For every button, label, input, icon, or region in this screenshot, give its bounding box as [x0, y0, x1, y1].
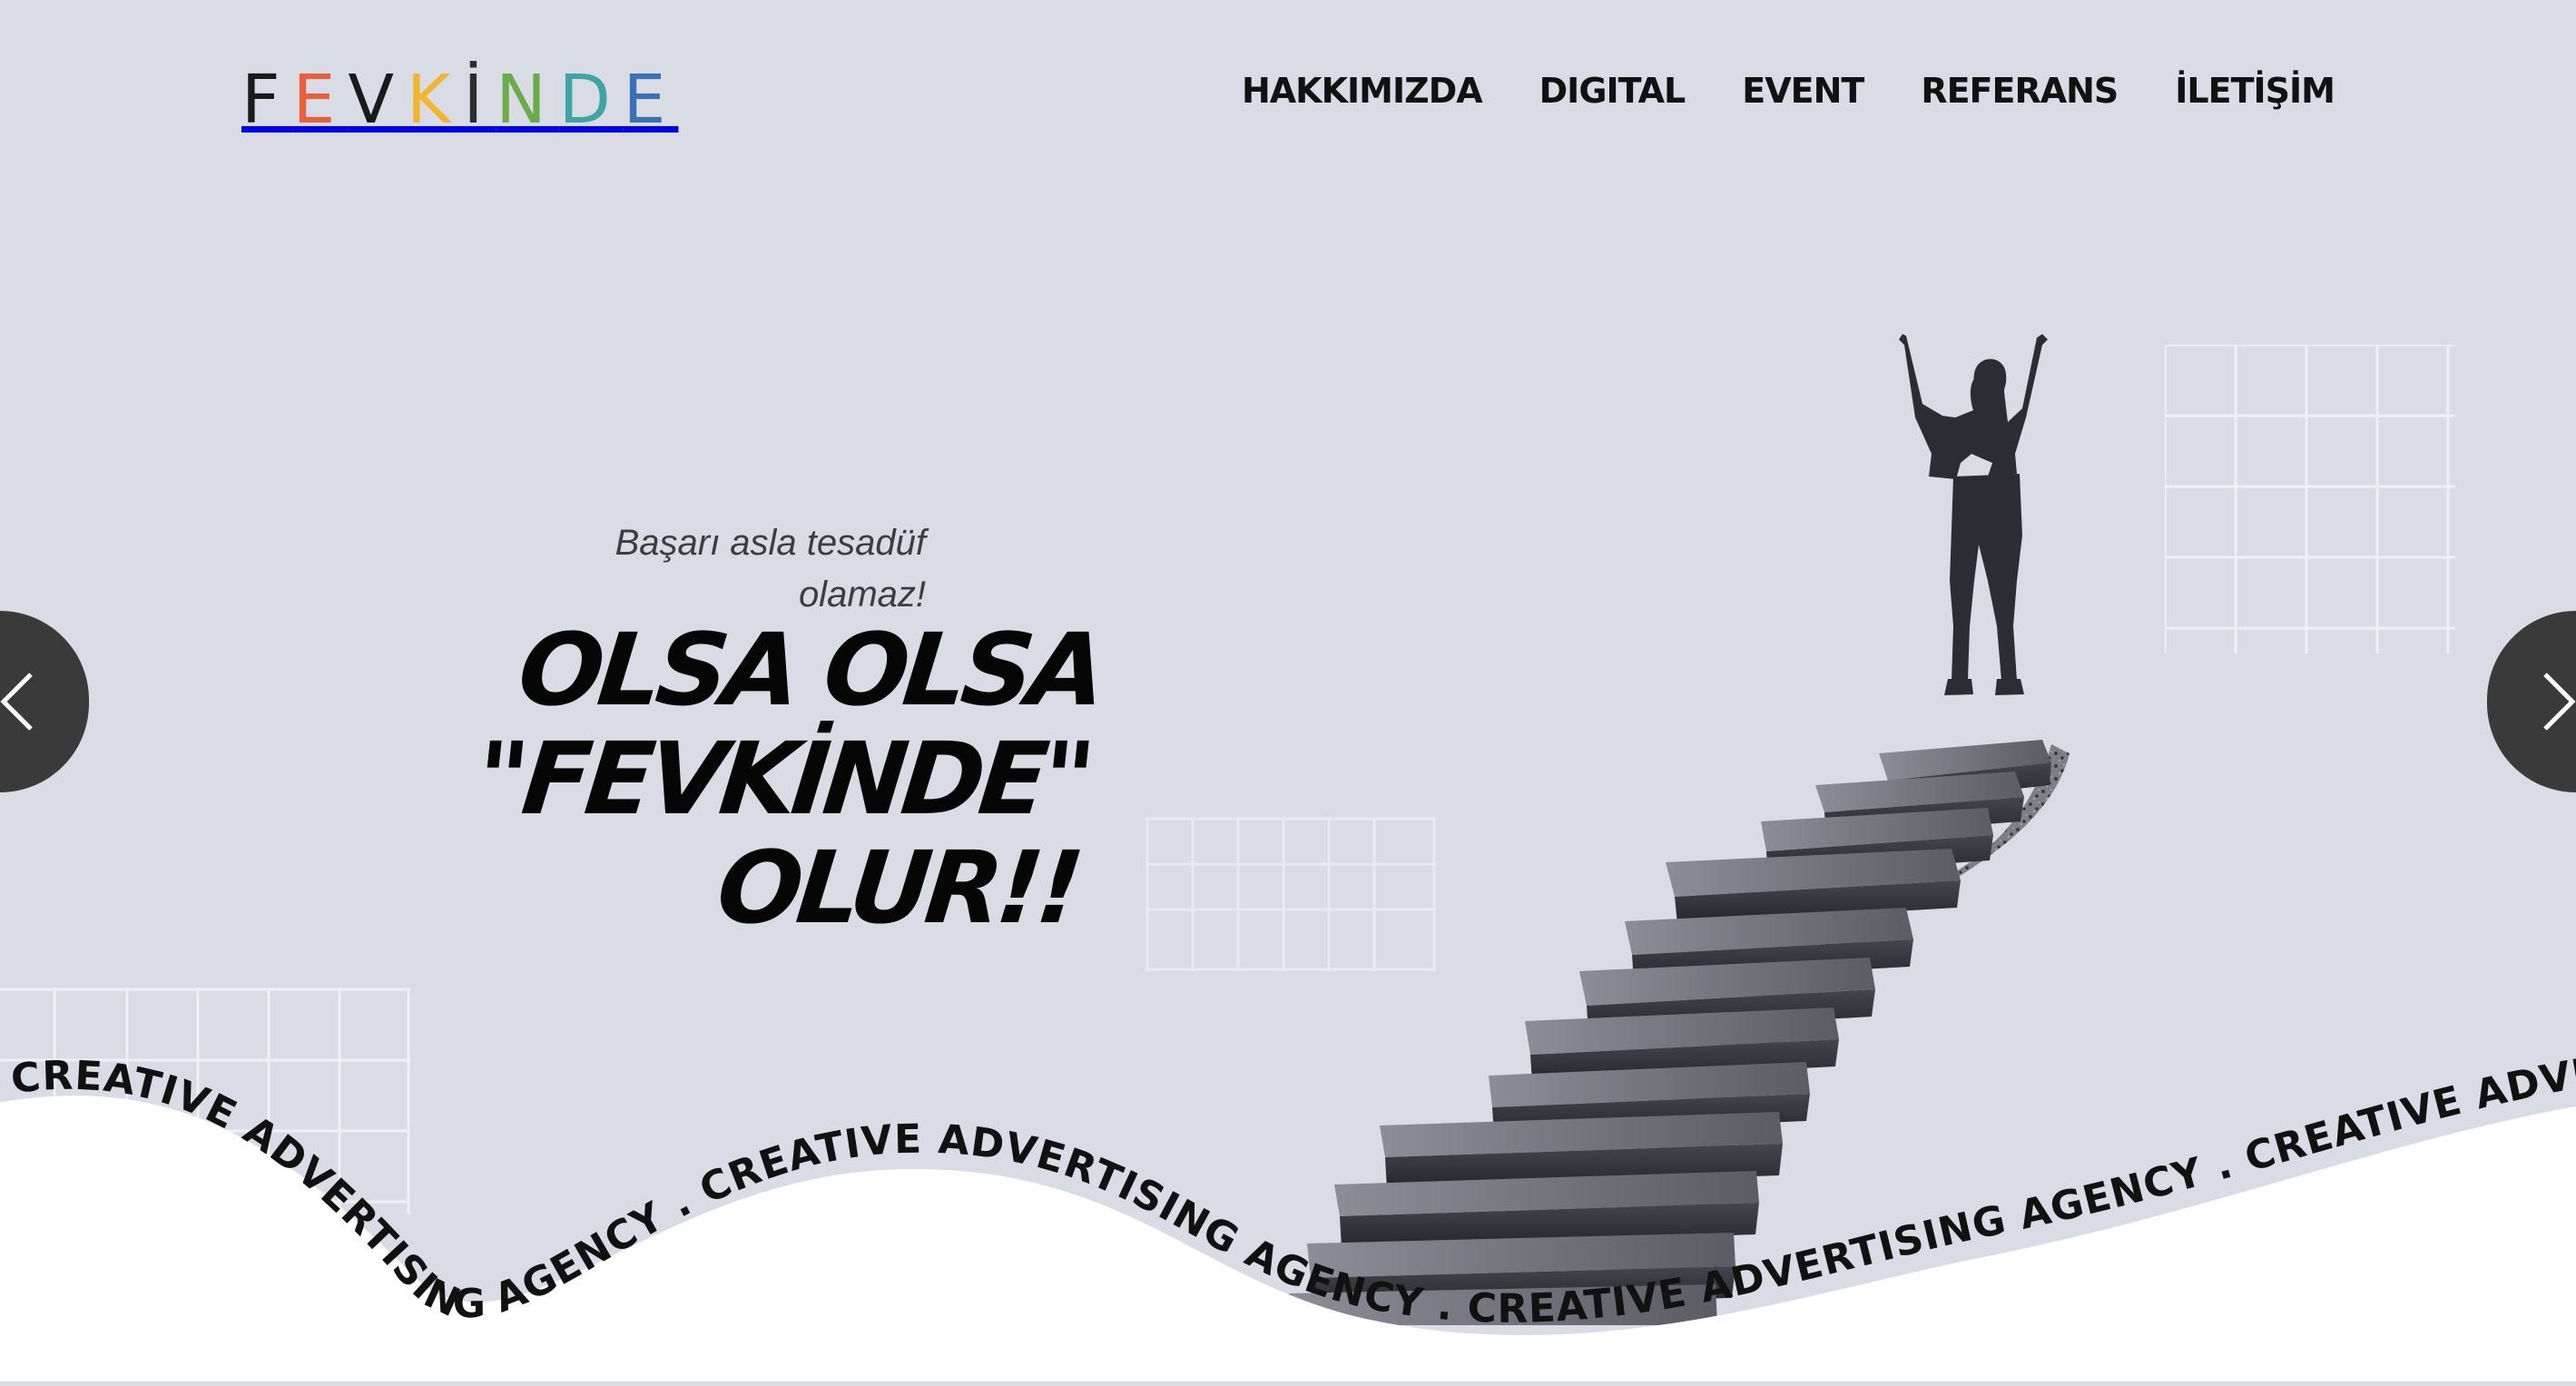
logo-letter: V [348, 61, 407, 139]
logo-letter: İ [463, 61, 497, 139]
logo-letter: K [406, 61, 464, 139]
person-silhouette-icon [1899, 334, 2048, 695]
hero-tagline: Başarı asla tesadüf olamaz! [615, 523, 926, 614]
main-nav: HAKKIMIZDA DIGITAL EVENT REFERANS İLETİŞ… [1242, 71, 2335, 111]
nav-digital[interactable]: DIGITAL [1539, 71, 1686, 111]
site-header: F E V K İ N D E HAKKIMIZDA DIGITAL EVENT… [0, 0, 2576, 200]
creative-agency-wave-marquee: . CREATIVE ADVERTISING AGENCY . CREATIVE… [0, 962, 2576, 1386]
logo-letter: D [558, 61, 624, 139]
logo-letter: E [623, 61, 679, 139]
grid-decoration-top-right [2165, 345, 2455, 654]
fevkinde-logo[interactable]: F E V K İ N D E [241, 64, 678, 136]
logo-letter: N [496, 61, 559, 139]
nav-hakkimizda[interactable]: HAKKIMIZDA [1242, 71, 1483, 111]
nav-iletisim[interactable]: İLETİŞİM [2175, 71, 2335, 111]
nav-referans[interactable]: REFERANS [1921, 71, 2119, 111]
nav-event[interactable]: EVENT [1742, 71, 1864, 111]
slider-next-button[interactable] [2487, 611, 2576, 792]
slider-prev-button[interactable] [0, 611, 89, 792]
chevron-left-icon [0, 665, 54, 738]
hero-headline: OLSA OLSA "FEVKİNDE" OLUR!! [470, 612, 1107, 946]
logo-letter: F [241, 61, 293, 139]
chevron-right-icon [2522, 665, 2576, 738]
logo-letter: E [292, 61, 349, 139]
